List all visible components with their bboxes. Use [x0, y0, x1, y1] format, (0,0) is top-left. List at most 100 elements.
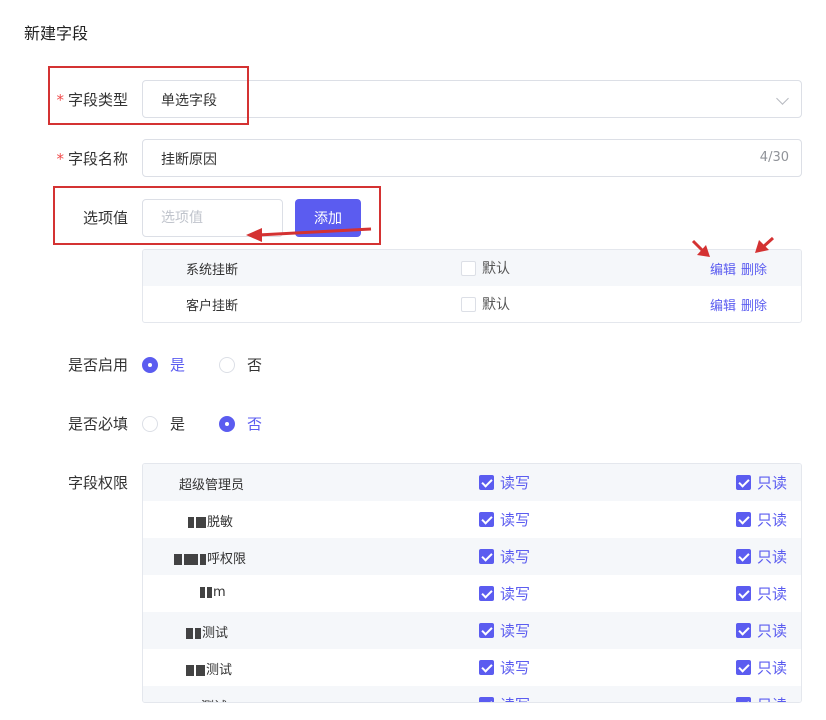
required-yes-label[interactable]: 是 — [170, 413, 185, 434]
read-write-label: 读写 — [500, 511, 531, 529]
read-write-checkbox[interactable]: 读写 — [479, 694, 530, 702]
checkbox-checked-icon — [479, 586, 494, 601]
option-name: 系统挂断 — [186, 263, 239, 278]
redacted-mark — [196, 517, 206, 528]
role-name: 测试 — [202, 626, 229, 641]
read-only-label: 只读 — [757, 694, 787, 702]
edit-link[interactable]: 编辑 — [710, 263, 736, 278]
permissions-label: 字段权限 — [67, 474, 128, 492]
read-write-label: 读写 — [500, 622, 531, 640]
table-row: 客户挂断 默认 编辑 删除 — [143, 286, 801, 322]
edit-link[interactable]: 编辑 — [710, 299, 736, 314]
delete-link[interactable]: 删除 — [741, 263, 767, 278]
read-only-checkbox[interactable]: 只读 — [736, 620, 787, 641]
default-label: 默认 — [482, 297, 510, 313]
redacted-mark — [184, 554, 198, 565]
table-row: 脱敏 读写 只读 — [143, 501, 801, 538]
redacted-mark — [186, 628, 193, 639]
enabled-no-radio[interactable] — [219, 356, 236, 373]
role-name-wrapper: 测试 — [185, 622, 228, 641]
field-name-input[interactable]: 挂断原因 4/30 — [142, 139, 802, 177]
read-only-checkbox[interactable]: 只读 — [736, 472, 787, 493]
checkbox-checked-icon — [736, 475, 751, 490]
required-label: 是否必填 — [67, 415, 128, 433]
read-write-checkbox[interactable]: 读写 — [479, 620, 530, 641]
checkbox-checked-icon — [479, 549, 494, 564]
read-only-checkbox[interactable]: 只读 — [736, 694, 787, 702]
checkbox-checked-icon — [736, 512, 751, 527]
redacted-mark — [174, 554, 182, 565]
required-mark: * — [56, 150, 64, 168]
checkbox-checked-icon — [479, 475, 494, 490]
read-only-label: 只读 — [757, 659, 788, 677]
role-name: 测试 — [206, 663, 233, 678]
default-checkbox[interactable]: 默认 — [461, 294, 510, 314]
default-label: 默认 — [482, 261, 510, 277]
annotation-box-option-value — [53, 186, 381, 245]
read-only-label: 只读 — [757, 511, 788, 529]
redacted-mark — [188, 517, 194, 528]
checkbox-checked-icon — [736, 697, 751, 702]
read-write-label: 读写 — [500, 474, 531, 492]
read-write-checkbox[interactable]: 读写 — [479, 657, 530, 678]
checkbox-checked-icon — [479, 623, 494, 638]
redacted-mark — [200, 587, 205, 598]
table-row: 超级管理员 读写 只读 — [143, 464, 801, 501]
role-name: 超级管理员 — [179, 478, 245, 493]
read-write-label: 读写 — [500, 585, 531, 603]
required-no-radio[interactable] — [219, 415, 236, 432]
checkbox-checked-icon — [736, 660, 751, 675]
read-write-label: 读写 — [500, 694, 530, 702]
enabled-no-label[interactable]: 否 — [247, 354, 262, 375]
checkbox-checked-icon — [479, 697, 494, 702]
required-no-label[interactable]: 否 — [247, 413, 262, 434]
table-row: 测试 读写 只读 — [143, 649, 801, 686]
read-write-checkbox[interactable]: 读写 — [479, 546, 530, 567]
read-write-label: 读写 — [500, 659, 531, 677]
redacted-mark — [180, 702, 186, 703]
redacted-mark — [195, 628, 201, 639]
read-only-checkbox[interactable]: 只读 — [736, 583, 787, 604]
table-row: 测试 读写 只读 — [143, 686, 801, 703]
required-yes-radio[interactable] — [142, 415, 158, 432]
checkbox-checked-icon — [736, 623, 751, 638]
checkbox-checked-icon — [479, 512, 494, 527]
read-write-checkbox[interactable]: 读写 — [479, 509, 530, 530]
option-name: 客户挂断 — [186, 299, 239, 314]
redacted-mark — [188, 702, 200, 703]
redacted-mark — [186, 665, 194, 676]
checkbox-icon — [461, 296, 476, 312]
read-only-label: 只读 — [757, 474, 788, 492]
redacted-mark — [207, 587, 212, 598]
role-name: 呼权限 — [207, 552, 247, 567]
checkbox-checked-icon — [736, 586, 751, 601]
chevron-down-icon — [776, 92, 789, 105]
field-name-value: 挂断原因 — [161, 152, 217, 168]
role-name: m — [213, 585, 226, 600]
enabled-yes-label[interactable]: 是 — [170, 354, 185, 375]
read-write-checkbox[interactable]: 读写 — [479, 583, 530, 604]
annotation-box-field-type — [48, 66, 249, 125]
default-checkbox[interactable]: 默认 — [461, 258, 510, 278]
table-row: 测试 读写 只读 — [143, 612, 801, 649]
checkbox-icon — [461, 260, 476, 276]
enabled-yes-radio[interactable] — [142, 356, 158, 373]
read-only-label: 只读 — [757, 548, 788, 566]
role-name-wrapper: 呼权限 — [173, 548, 246, 567]
read-only-label: 只读 — [757, 622, 788, 640]
role-name: 测试 — [201, 700, 227, 702]
read-only-checkbox[interactable]: 只读 — [736, 509, 787, 530]
read-write-label: 读写 — [500, 548, 531, 566]
role-name: 脱敏 — [207, 515, 234, 530]
delete-link[interactable]: 删除 — [741, 299, 767, 314]
table-row: 呼权限 读写 只读 — [143, 538, 801, 575]
read-only-checkbox[interactable]: 只读 — [736, 546, 787, 567]
checkbox-checked-icon — [736, 549, 751, 564]
read-only-checkbox[interactable]: 只读 — [736, 657, 787, 678]
required-radio-group: 是 否 — [142, 413, 296, 434]
role-name-wrapper: 脱敏 — [187, 511, 233, 530]
page-title: 新建字段 — [24, 24, 89, 43]
redacted-mark — [200, 554, 206, 565]
checkbox-checked-icon — [479, 660, 494, 675]
read-write-checkbox[interactable]: 读写 — [479, 472, 530, 493]
